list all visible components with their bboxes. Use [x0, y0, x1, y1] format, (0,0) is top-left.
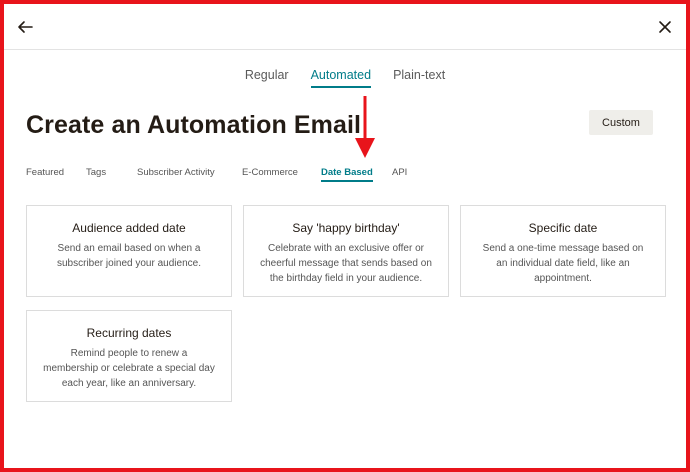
tab-featured[interactable]: Featured: [26, 167, 64, 178]
card-title: Say 'happy birthday': [292, 221, 400, 235]
card-specific-date[interactable]: Specific date Send a one-time message ba…: [460, 205, 666, 297]
card-description: Remind people to renew a membership or c…: [43, 348, 215, 389]
card-say-happy-birthday[interactable]: Say 'happy birthday' Celebrate with an e…: [243, 205, 449, 297]
page-title: Create an Automation Email: [26, 111, 362, 139]
tab-date-based[interactable]: Date Based: [321, 167, 373, 182]
card-description: Send an email based on when a subscriber…: [57, 243, 201, 269]
card-title: Specific date: [528, 221, 598, 235]
tab-subscriber-activity[interactable]: Subscriber Activity: [137, 167, 215, 178]
card-description: Send a one-time message based on an indi…: [482, 243, 644, 284]
tab-automated[interactable]: Automated: [310, 68, 372, 88]
red-down-arrow-icon: [355, 96, 375, 158]
arrow-left-icon: [18, 21, 33, 33]
card-description: Celebrate with an exclusive offer or che…: [260, 243, 432, 284]
tab-plain-text[interactable]: Plain-text: [393, 68, 445, 88]
card-title: Audience added date: [72, 221, 186, 235]
card-title: Recurring dates: [86, 326, 172, 340]
back-button[interactable]: [14, 16, 36, 38]
card-audience-added-date[interactable]: Audience added date Send an email based …: [26, 205, 232, 297]
email-type-tabs: Regular Automated Plain-text: [0, 68, 690, 88]
close-icon: [659, 21, 671, 33]
tab-api[interactable]: API: [392, 167, 407, 178]
close-button[interactable]: [654, 16, 676, 38]
tab-e-commerce[interactable]: E-Commerce: [242, 167, 298, 178]
tab-regular[interactable]: Regular: [245, 68, 289, 88]
top-bar: [4, 4, 686, 50]
custom-button[interactable]: Custom: [589, 110, 653, 135]
card-recurring-dates[interactable]: Recurring dates Remind people to renew a…: [26, 310, 232, 402]
tab-tags[interactable]: Tags: [86, 167, 106, 178]
